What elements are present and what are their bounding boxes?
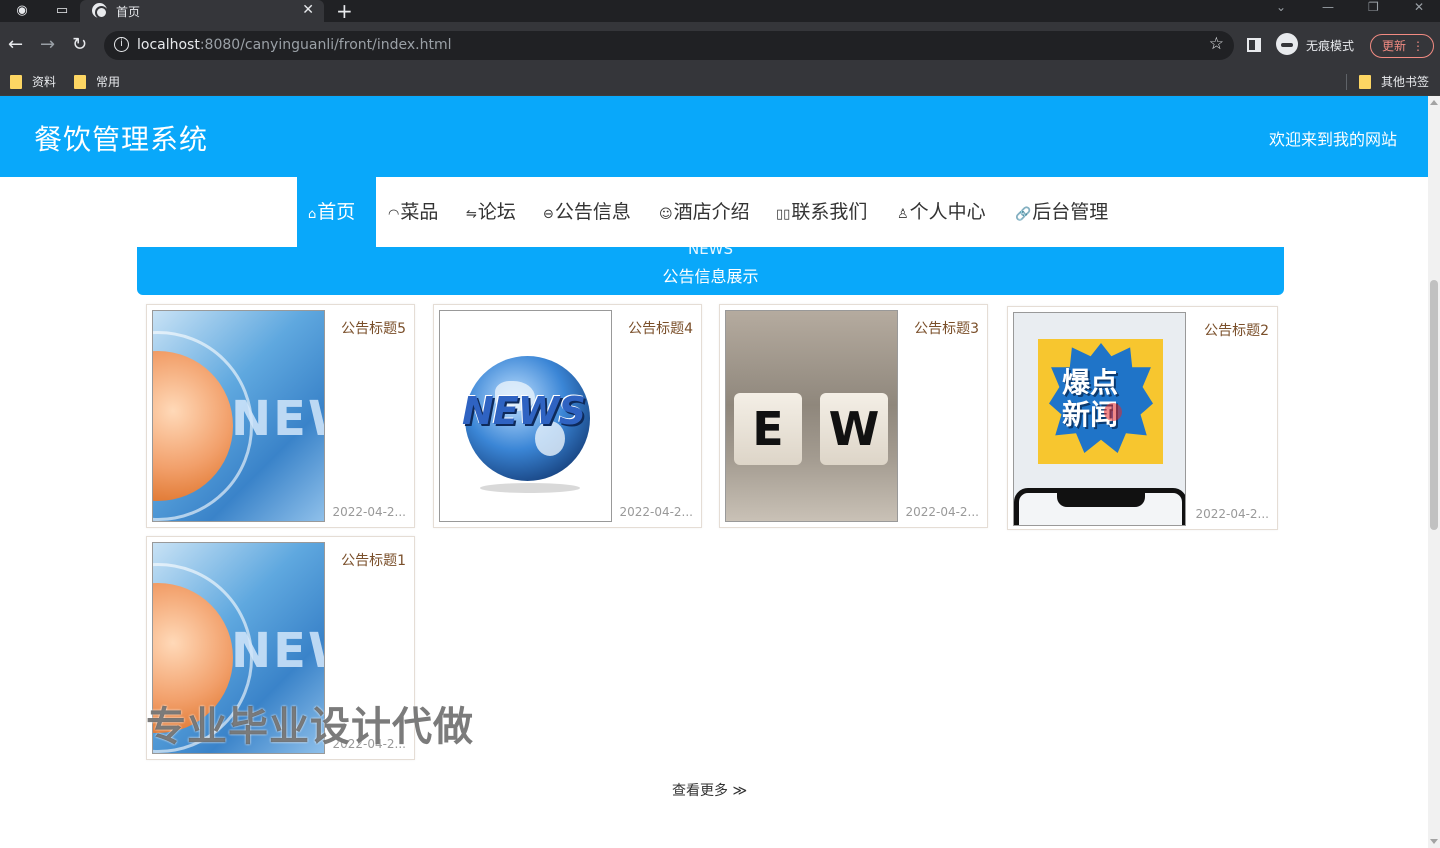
notice-icon: ⊖ [543, 207, 554, 222]
side-panel-icon[interactable] [1247, 38, 1261, 52]
scroll-up-icon[interactable] [1430, 100, 1438, 105]
notice-card[interactable]: E W 公告标题3 2022-04-2... [719, 304, 988, 528]
dish-icon: ◠ [388, 207, 400, 222]
tab-title: 首页 [116, 5, 141, 19]
site-title: 餐饮管理系统 [34, 123, 209, 156]
section-subtitle-en: NEWS [687, 247, 734, 258]
bookmarks-separator [1346, 74, 1347, 90]
notice-card[interactable]: NEW 公告标题5 2022-04-2... [146, 304, 415, 528]
notice-date: 2022-04-2... [1195, 507, 1269, 521]
welcome-text: 欢迎来到我的网站 [1268, 130, 1397, 149]
notice-date: 2022-04-2... [332, 505, 406, 519]
nav-profile[interactable]: ♙个人中心 [897, 177, 986, 247]
notice-image: E W [725, 310, 898, 522]
nav-admin[interactable]: 🔗后台管理 [1015, 177, 1108, 247]
site-header: 餐饮管理系统 欢迎来到我的网站 [0, 96, 1428, 177]
nav-home-label: 首页 [317, 201, 356, 223]
cursor-icon [1104, 403, 1122, 421]
bookmark-folder-2[interactable]: 常用 [74, 72, 120, 92]
link-icon: 🔗 [1015, 207, 1032, 222]
image-die-1: E [734, 393, 802, 465]
nav-notices[interactable]: ⊖公告信息 [543, 177, 631, 247]
forward-icon[interactable]: → [40, 34, 55, 56]
notice-date: 2022-04-2... [905, 505, 979, 519]
tab-search-icon[interactable]: ▭ [54, 3, 70, 19]
reload-icon[interactable]: ↻ [72, 34, 87, 56]
image-badge-line-1: 爆点 [1062, 366, 1119, 399]
incognito-label: 无痕模式 [1306, 39, 1355, 53]
image-badge-line-2: 新闻 [1062, 398, 1119, 431]
image-news-text: NEW [231, 391, 324, 447]
new-tab-icon[interactable]: + [336, 0, 353, 23]
forum-icon: ⇋ [466, 207, 477, 222]
watermark-text: 专业毕业设计代做 [146, 704, 474, 750]
bookmark-star-icon[interactable]: ☆ [1209, 34, 1224, 54]
menu-dots-icon: ⋮ [1412, 39, 1424, 53]
update-button[interactable]: 更新 ⋮ [1370, 34, 1434, 58]
notice-title[interactable]: 公告标题1 [341, 550, 406, 570]
browser-tab-bar: ◉ ▭ 首页 ✕ + ⌄ — ❐ ✕ [0, 0, 1440, 23]
url-text[interactable]: localhost:8080/canyinguanli/front/index.… [137, 37, 451, 53]
nav-forum-label: 论坛 [477, 201, 516, 223]
nav-contact[interactable]: ▯▯联系我们 [776, 177, 867, 247]
notice-card[interactable]: NEWS 公告标题4 2022-04-2... [433, 304, 702, 528]
notice-section-header: NEWS 公告信息展示 [137, 247, 1284, 295]
notice-image: NEWS [439, 310, 612, 522]
browser-toolbar: ← → ↻ i localhost:8080/canyinguanli/fron… [0, 22, 1440, 68]
nav-contact-label: 联系我们 [791, 201, 868, 223]
image-globe-text: NEWS [462, 389, 586, 433]
browser-tab[interactable]: 首页 ✕ [80, 0, 324, 22]
bookmark-folder-1[interactable]: 资料 [10, 72, 56, 92]
notice-card[interactable]: 爆点 新闻 公告标题2 2022-04-2... [1007, 306, 1278, 530]
nav-admin-label: 后台管理 [1032, 201, 1109, 223]
notice-title[interactable]: 公告标题5 [341, 318, 406, 338]
notice-title[interactable]: 公告标题3 [914, 318, 979, 338]
site-info-icon[interactable]: i [114, 37, 129, 52]
incognito-icon [1276, 33, 1298, 55]
tab-favicon-icon [92, 3, 108, 19]
image-die-2: W [820, 393, 888, 465]
scrollbar-thumb[interactable] [1430, 280, 1438, 530]
nav-notices-label: 公告信息 [554, 201, 631, 223]
update-label: 更新 [1382, 39, 1407, 53]
notice-date: 2022-04-2... [619, 505, 693, 519]
scroll-down-icon[interactable] [1430, 839, 1438, 844]
nav-hotel-intro-label: 酒店介绍 [673, 201, 750, 223]
chrome-globe-icon[interactable]: ◉ [14, 3, 30, 19]
address-bar[interactable]: i localhost:8080/canyinguanli/front/inde… [104, 31, 1234, 60]
main-nav: ⌂首页 ◠菜品 ⇋论坛 ⊖公告信息 ☺酒店介绍 ▯▯联系我们 ♙个人中心 🔗后台… [0, 177, 1428, 247]
nav-profile-label: 个人中心 [909, 201, 986, 223]
restore-icon[interactable]: ❐ [1368, 0, 1379, 14]
image-news-text: NEW [231, 623, 324, 679]
notice-image: 爆点 新闻 [1013, 312, 1186, 526]
other-bookmarks-folder[interactable]: 其他书签 [1359, 72, 1429, 92]
nav-dishes-label: 菜品 [400, 201, 439, 223]
tab-dropdown-icon[interactable]: ⌄ [1276, 0, 1286, 14]
bookmarks-bar: 资料 常用 其他书签 [0, 68, 1440, 96]
smile-icon: ☺ [659, 207, 673, 222]
page-scrollbar[interactable] [1428, 96, 1440, 848]
nav-hotel-intro[interactable]: ☺酒店介绍 [659, 177, 750, 247]
window-close-icon[interactable]: ✕ [1414, 0, 1424, 14]
view-more-link[interactable]: 查看更多 ≫ [672, 780, 747, 800]
nav-home[interactable]: ⌂首页 [297, 177, 376, 247]
notice-image: NEW [152, 310, 325, 522]
nav-forum[interactable]: ⇋论坛 [466, 177, 516, 247]
contact-icon: ▯▯ [776, 207, 791, 222]
tab-close-icon[interactable]: ✕ [302, 2, 314, 18]
user-icon: ♙ [897, 207, 909, 222]
minimize-icon[interactable]: — [1322, 0, 1334, 14]
section-title: 公告信息展示 [662, 267, 759, 286]
notice-title[interactable]: 公告标题2 [1204, 320, 1269, 340]
page-viewport: 餐饮管理系统 欢迎来到我的网站 ⌂首页 ◠菜品 ⇋论坛 ⊖公告信息 ☺酒店介绍 … [0, 96, 1428, 848]
home-icon: ⌂ [308, 207, 317, 222]
notice-title[interactable]: 公告标题4 [628, 318, 693, 338]
nav-dishes[interactable]: ◠菜品 [388, 177, 438, 247]
back-icon[interactable]: ← [8, 34, 23, 56]
